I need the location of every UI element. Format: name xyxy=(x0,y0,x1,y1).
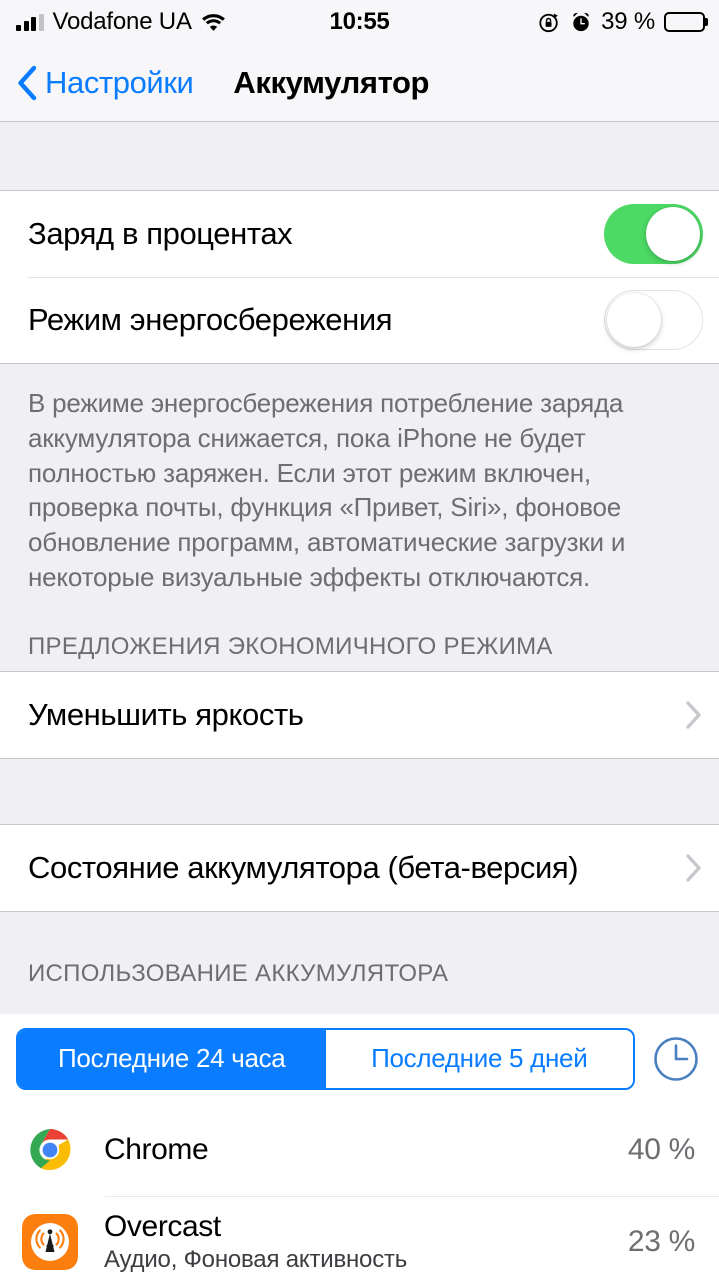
usage-controls: Последние 24 часа Последние 5 дней xyxy=(0,1027,719,1090)
settings-scroll-view[interactable]: Заряд в процентах Режим энергосбережения… xyxy=(0,122,719,1279)
suggestions-card: Уменьшить яркость xyxy=(0,670,719,759)
app-subtitle-overcast: Аудио, Фоновая активность xyxy=(104,1245,408,1273)
alarm-clock-icon xyxy=(570,11,592,33)
app-usage-row-chrome[interactable]: Chrome 40 % xyxy=(0,1104,719,1196)
app-usage-list: Chrome 40 % Overcast Аудио, Фоновая акти… xyxy=(0,1103,719,1279)
row-battery-percentage-label: Заряд в процентах xyxy=(28,216,293,251)
app-percent-chrome: 40 % xyxy=(627,1132,695,1166)
row-low-power-mode[interactable]: Режим энергосбережения xyxy=(0,277,719,363)
app-usage-text-overcast: Overcast Аудио, Фоновая активность xyxy=(104,1210,628,1274)
chrome-icon xyxy=(22,1121,78,1178)
status-bar-left: Vodafone UA xyxy=(16,8,226,36)
status-bar-right: 39 % xyxy=(538,8,708,36)
row-battery-percentage[interactable]: Заряд в процентах xyxy=(0,191,719,277)
row-battery-health-label: Состояние аккумулятора (бета-версия) xyxy=(28,849,579,885)
row-low-power-mode-label: Режим энергосбережения xyxy=(28,302,393,337)
carrier-label: Vodafone UA xyxy=(52,8,192,35)
app-name-chrome: Chrome xyxy=(104,1132,209,1166)
app-usage-text-chrome: Chrome xyxy=(104,1133,628,1167)
chevron-right-icon xyxy=(685,853,703,883)
app-percent-overcast: 23 % xyxy=(627,1224,695,1258)
rotation-lock-icon xyxy=(538,11,561,34)
signal-bars-icon xyxy=(16,13,44,31)
battery-percent-label: 39 % xyxy=(601,8,655,35)
overcast-icon xyxy=(22,1213,78,1270)
power-options-card: Заряд в процентах Режим энергосбережения xyxy=(0,190,719,364)
chevron-right-icon xyxy=(685,700,703,730)
wifi-icon xyxy=(201,13,226,32)
battery-usage-card: Последние 24 часа Последние 5 дней Chrom… xyxy=(0,1013,719,1279)
back-button-label: Настройки xyxy=(45,64,194,100)
show-time-clock-icon[interactable] xyxy=(651,1034,701,1084)
section-gap xyxy=(0,122,719,190)
battery-health-card: Состояние аккумулятора (бета-версия) xyxy=(0,823,719,912)
app-usage-row-overcast[interactable]: Overcast Аудио, Фоновая активность 23 % xyxy=(0,1195,719,1279)
app-name-overcast: Overcast xyxy=(104,1209,221,1243)
back-button[interactable]: Настройки xyxy=(16,64,194,101)
row-reduce-brightness[interactable]: Уменьшить яркость xyxy=(0,672,719,758)
section-header-battery-usage: ИСПОЛЬЗОВАНИЕ АККУМУЛЯТОРА xyxy=(28,959,449,987)
row-battery-health[interactable]: Состояние аккумулятора (бета-версия) xyxy=(0,825,719,911)
section-header-suggestions: ПРЕДЛОЖЕНИЯ ЭКОНОМИЧНОГО РЕЖИМА xyxy=(28,632,553,660)
toggle-low-power-mode[interactable] xyxy=(604,290,703,350)
usage-period-segmented-control[interactable]: Последние 24 часа Последние 5 дней xyxy=(16,1027,635,1090)
row-reduce-brightness-label: Уменьшить яркость xyxy=(28,696,304,732)
status-bar: Vodafone UA 10:55 39 % xyxy=(0,0,719,44)
toggle-battery-percentage[interactable] xyxy=(604,204,703,264)
battery-icon xyxy=(664,12,708,32)
section-gap xyxy=(0,758,719,824)
nav-bar: Настройки Аккумулятор xyxy=(0,44,719,122)
segment-last-24-hours[interactable]: Последние 24 часа xyxy=(18,1029,326,1088)
low-power-mode-description: В режиме энергосбережения потребление за… xyxy=(28,388,626,593)
page-title: Аккумулятор xyxy=(233,64,430,100)
segment-last-5-days[interactable]: Последние 5 дней xyxy=(325,1029,633,1088)
chevron-left-icon xyxy=(16,65,38,101)
